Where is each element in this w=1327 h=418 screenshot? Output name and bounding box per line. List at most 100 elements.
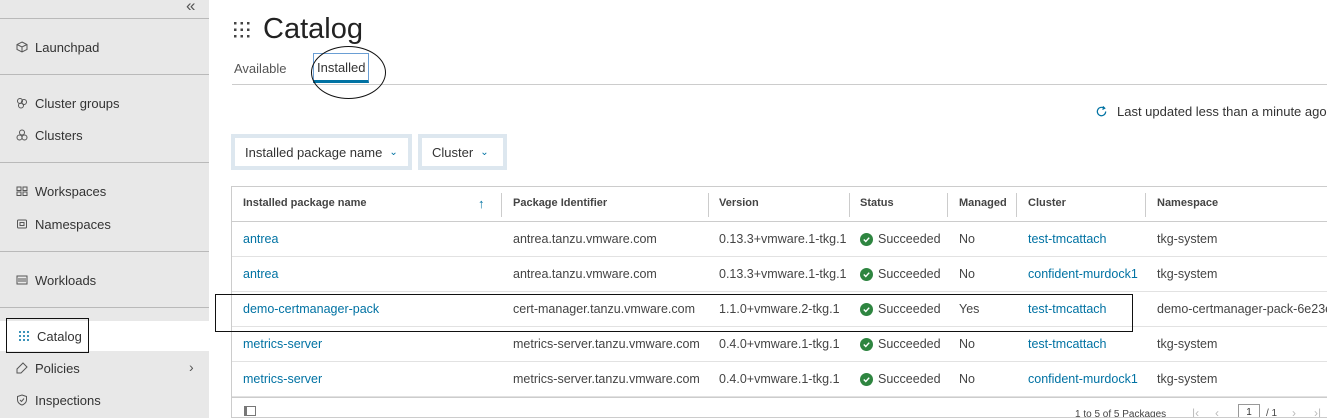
- success-check-icon: [860, 372, 873, 386]
- column-header-cluster[interactable]: Cluster: [1028, 197, 1066, 209]
- cluster-link[interactable]: confident-murdock1: [1028, 372, 1138, 386]
- package-name-link[interactable]: metrics-server: [243, 372, 322, 386]
- highlight-annotation: [215, 294, 1133, 332]
- previous-page-icon[interactable]: ‹: [1215, 406, 1219, 417]
- package-status: Succeeded: [860, 232, 941, 246]
- last-page-icon[interactable]: ›|: [1314, 406, 1321, 417]
- column-header-version[interactable]: Version: [719, 197, 759, 209]
- status-text: Succeeded: [878, 232, 941, 246]
- namespace-value: tkg-system: [1157, 337, 1218, 351]
- success-check-icon: [860, 232, 873, 246]
- grid-dots-icon: [233, 21, 251, 39]
- package-status: Succeeded: [860, 337, 941, 351]
- sidebar-divider: [0, 18, 209, 19]
- managed-value: No: [959, 232, 975, 246]
- success-check-icon: [860, 267, 873, 281]
- cluster-link[interactable]: test-tmcattach: [1028, 337, 1107, 351]
- table-footer: 1 to 5 of 5 Packages |‹ ‹ 1 / 1 › ›|: [232, 397, 1327, 418]
- namespace-value: tkg-system: [1157, 372, 1218, 386]
- managed-value: No: [959, 267, 975, 281]
- filter-label: Installed package name: [245, 144, 383, 160]
- highlight-annotation: [6, 318, 89, 353]
- sidebar-item-label: Workloads: [35, 272, 97, 288]
- column-header-package-identifier[interactable]: Package Identifier: [513, 197, 607, 209]
- collapse-sidebar-icon[interactable]: «: [186, 0, 195, 16]
- column-toggle-icon[interactable]: [244, 406, 256, 416]
- column-header-status[interactable]: Status: [860, 197, 894, 209]
- column-separator[interactable]: [947, 193, 948, 217]
- column-separator[interactable]: [1016, 193, 1017, 217]
- sidebar-item-cluster-groups[interactable]: Cluster groups: [16, 93, 120, 113]
- namespace-value: tkg-system: [1157, 232, 1218, 246]
- sidebar-item-label: Policies: [35, 360, 80, 376]
- table-row: metrics-server metrics-server.tanzu.vmwa…: [232, 362, 1327, 397]
- package-identifier: antrea.tanzu.vmware.com: [513, 232, 657, 246]
- table-row: metrics-server metrics-server.tanzu.vmwa…: [232, 327, 1327, 362]
- package-version: 0.13.3+vmware.1-tkg.1: [719, 232, 847, 246]
- managed-value: No: [959, 372, 975, 386]
- sidebar-item-inspections[interactable]: Inspections: [16, 390, 101, 410]
- last-updated-text: Last updated less than a minute ago: [1117, 104, 1327, 119]
- sidebar-item-launchpad[interactable]: Launchpad: [16, 37, 99, 57]
- sidebar-item-namespaces[interactable]: Namespaces: [16, 214, 111, 234]
- tabs-divider: [232, 84, 1327, 85]
- refresh-icon[interactable]: [1095, 105, 1108, 118]
- chevron-down-icon: ⌄: [480, 146, 489, 158]
- filter-cluster[interactable]: Cluster ⌄: [418, 134, 507, 170]
- sidebar-item-label: Cluster groups: [35, 95, 120, 111]
- package-name-link[interactable]: antrea: [243, 232, 278, 246]
- namespaces-icon: [16, 218, 28, 230]
- status-text: Succeeded: [878, 337, 941, 351]
- package-version: 0.4.0+vmware.1-tkg.1: [719, 337, 840, 351]
- workloads-icon: [16, 274, 28, 286]
- sidebar-item-clusters[interactable]: Clusters: [16, 125, 83, 145]
- sidebar-item-label: Namespaces: [35, 216, 111, 232]
- tab-available[interactable]: Available: [234, 61, 287, 76]
- column-header-installed-package-name[interactable]: Installed package name: [243, 197, 367, 209]
- page-title: Catalog: [263, 13, 363, 45]
- package-status: Succeeded: [860, 267, 941, 281]
- page-number-input[interactable]: 1: [1238, 404, 1260, 417]
- column-separator[interactable]: [708, 193, 709, 217]
- sidebar-item-policies[interactable]: Policies: [16, 358, 80, 378]
- highlight-annotation: [311, 46, 386, 99]
- cluster-groups-icon: [16, 97, 28, 109]
- sidebar-item-workspaces[interactable]: Workspaces: [16, 181, 106, 201]
- status-text: Succeeded: [878, 372, 941, 386]
- sidebar-item-label: Clusters: [35, 127, 83, 143]
- cluster-link[interactable]: test-tmcattach: [1028, 232, 1107, 246]
- success-check-icon: [860, 337, 873, 351]
- first-page-icon[interactable]: |‹: [1192, 406, 1199, 417]
- column-separator[interactable]: [1145, 193, 1146, 217]
- column-separator[interactable]: [849, 193, 850, 217]
- next-page-icon[interactable]: ›: [1292, 406, 1296, 417]
- package-identifier: metrics-server.tanzu.vmware.com: [513, 337, 700, 351]
- filter-label: Cluster: [432, 144, 474, 160]
- last-updated: Last updated less than a minute ago: [1095, 104, 1327, 119]
- policy-icon: [16, 362, 28, 374]
- sidebar-item-label: Workspaces: [35, 183, 107, 199]
- pagination-summary: 1 to 5 of 5 Packages: [1075, 409, 1167, 418]
- package-name-link[interactable]: metrics-server: [243, 337, 322, 351]
- sidebar-divider: [0, 162, 209, 163]
- column-separator[interactable]: [501, 193, 502, 217]
- managed-value: No: [959, 337, 975, 351]
- sidebar-item-workloads[interactable]: Workloads: [16, 270, 96, 290]
- status-text: Succeeded: [878, 267, 941, 281]
- cluster-link[interactable]: confident-murdock1: [1028, 267, 1138, 281]
- sort-ascending-icon[interactable]: ↑: [478, 196, 485, 211]
- namespace-value: tkg-system: [1157, 267, 1218, 281]
- column-header-managed[interactable]: Managed: [959, 197, 1007, 209]
- table-row: antrea antrea.tanzu.vmware.com 0.13.3+vm…: [232, 222, 1327, 257]
- page-total: / 1: [1266, 408, 1278, 418]
- chevron-right-icon[interactable]: ›: [189, 359, 194, 375]
- sidebar-item-label: Launchpad: [35, 39, 100, 55]
- shield-check-icon: [16, 394, 28, 406]
- package-identifier: metrics-server.tanzu.vmware.com: [513, 372, 700, 386]
- sidebar-divider: [0, 251, 209, 252]
- filter-installed-package-name[interactable]: Installed package name ⌄: [231, 134, 412, 170]
- table-row: antrea antrea.tanzu.vmware.com 0.13.3+vm…: [232, 257, 1327, 292]
- package-name-link[interactable]: antrea: [243, 267, 278, 281]
- column-header-namespace[interactable]: Namespace: [1157, 197, 1218, 209]
- package-version: 0.13.3+vmware.1-tkg.1: [719, 267, 847, 281]
